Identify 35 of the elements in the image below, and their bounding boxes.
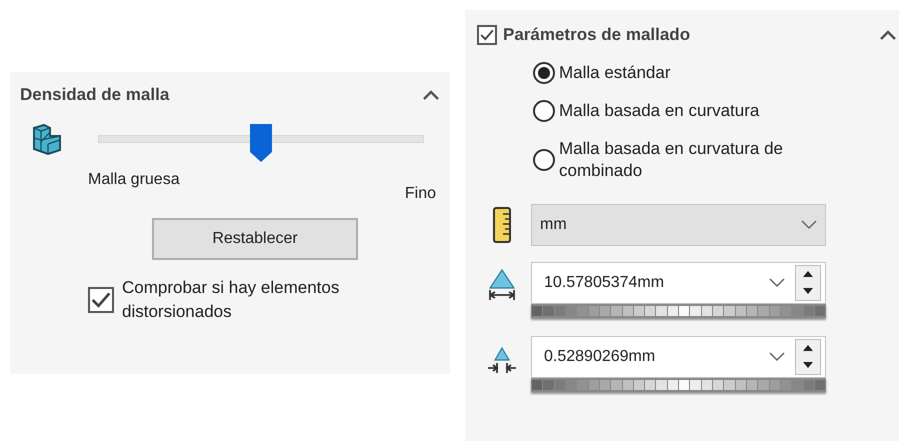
check-icon bbox=[480, 28, 494, 42]
collapse-icon[interactable] bbox=[879, 28, 897, 41]
chevron-down-icon bbox=[769, 352, 785, 362]
checkbox[interactable] bbox=[477, 24, 497, 45]
arrow-up-icon bbox=[803, 345, 813, 351]
arrow-down-icon bbox=[803, 288, 813, 294]
radio-button[interactable] bbox=[533, 62, 555, 84]
value-field[interactable]: 10.57805374mm bbox=[531, 262, 826, 304]
arrow-down-icon bbox=[803, 362, 813, 368]
min-label: Malla gruesa bbox=[88, 170, 180, 190]
reset-button[interactable]: Restablecer bbox=[152, 218, 358, 260]
radio-label: Malla estándar bbox=[559, 62, 672, 84]
radio-button[interactable] bbox=[533, 148, 555, 170]
ruler-icon bbox=[493, 206, 511, 242]
spinner-buttons[interactable] bbox=[795, 264, 821, 300]
arrow-up-icon bbox=[803, 271, 813, 277]
section-title: Densidad de malla bbox=[20, 84, 170, 106]
spinner-buttons[interactable] bbox=[795, 338, 821, 374]
max-label: Fino bbox=[404, 184, 436, 204]
chevron-down-icon bbox=[801, 220, 817, 230]
chevron-down-icon bbox=[769, 278, 785, 288]
radio-label: Malla basada en curvatura bbox=[559, 100, 760, 122]
section-title: Parámetros de mallado bbox=[503, 24, 690, 46]
thumbwheel[interactable] bbox=[531, 378, 826, 392]
collapse-icon[interactable] bbox=[422, 88, 440, 101]
unit-dropdown[interactable]: mm bbox=[531, 204, 826, 246]
radio-button[interactable] bbox=[533, 100, 555, 122]
checkbox[interactable] bbox=[88, 286, 114, 312]
check-icon bbox=[91, 290, 111, 310]
mesh-cube-icon bbox=[30, 122, 64, 156]
thumbwheel[interactable] bbox=[531, 304, 826, 318]
triangle-width-icon bbox=[487, 268, 517, 302]
checkbox-label: Comprobar si hay elementos distorsionados bbox=[122, 276, 340, 322]
radio-label: Malla basada en curvatura de combinado bbox=[559, 138, 784, 182]
value-field[interactable]: 0.52890269mm bbox=[531, 336, 826, 378]
